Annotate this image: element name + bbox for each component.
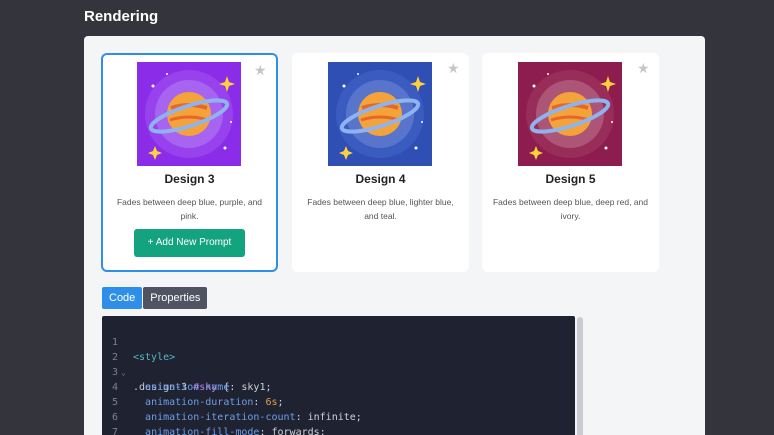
favorite-star-icon[interactable]: ★ — [637, 61, 651, 75]
design-card-5[interactable]: ★ Design 5 Fades between deep blue, deep… — [482, 53, 659, 272]
code-line: 2 ⌄ .design-3 #sky { — [112, 352, 230, 393]
tab-properties[interactable]: Properties — [143, 287, 208, 309]
design-description: Fades between deep blue, deep red, and i… — [492, 197, 648, 221]
code-editor[interactable]: 1 <style> 2 ⌄ .design-3 #sky { 3 animati… — [102, 316, 575, 435]
rendering-panel: ★ Design 3 Fades between deep blue, purp… — [84, 36, 705, 435]
code-line: 5 animation-iteration-count: infinite; — [112, 397, 362, 423]
code-line: 3 animation-name: sky1; — [112, 367, 272, 393]
design-description: Fades between deep blue, lighter blue, a… — [307, 197, 454, 221]
code-line: 4 animation-duration: 6s; — [112, 382, 284, 408]
tab-code[interactable]: Code — [102, 287, 143, 309]
section-title: Rendering — [84, 8, 159, 25]
design-name: Design 5 — [545, 172, 596, 186]
favorite-star-icon[interactable]: ★ — [254, 63, 268, 77]
code-line: 1 <style> — [112, 337, 176, 363]
planet-image — [328, 62, 432, 166]
favorite-star-icon[interactable]: ★ — [447, 61, 461, 75]
planet-image — [137, 62, 241, 166]
code-line: 7 } — [112, 427, 119, 435]
design-card-4[interactable]: ★ Design 4 Fades between deep blue, ligh… — [292, 53, 469, 272]
code-line: 8 — [102, 425, 138, 435]
planet-image — [518, 62, 622, 166]
code-line: 6 animation-fill-mode: forwards; — [112, 412, 326, 435]
editor-tabs: Code Properties — [102, 287, 208, 309]
add-new-prompt-button[interactable]: + Add New Prompt — [134, 229, 245, 257]
design-description: Fades between deep blue, purple, and pin… — [116, 197, 263, 221]
design-card-3[interactable]: ★ Design 3 Fades between deep blue, purp… — [101, 53, 278, 272]
editor-scrollbar[interactable] — [577, 317, 583, 435]
design-name: Design 4 — [355, 172, 406, 186]
design-name: Design 3 — [164, 172, 215, 186]
